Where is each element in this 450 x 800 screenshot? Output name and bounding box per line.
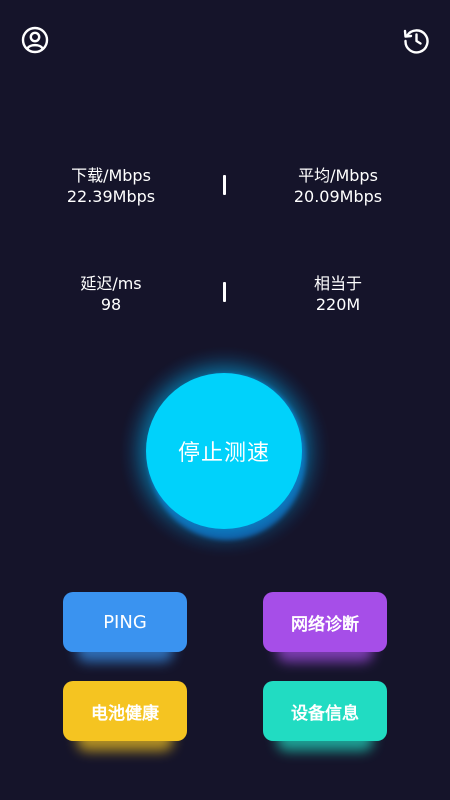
battery-health-button[interactable]: 电池健康 [63,681,187,751]
average-stat: 平均/Mbps 20.09Mbps [273,165,403,207]
average-value: 20.09Mbps [293,187,383,206]
stat-divider [223,175,226,195]
battery-button-label: 电池健康 [63,681,187,741]
ping-button[interactable]: PING [63,592,187,662]
latency-label: 延迟/ms [80,274,142,293]
equivalent-stat: 相当于 220M [273,273,403,315]
user-circle-icon [21,26,49,54]
stat-divider [223,282,226,302]
latency-value: 98 [100,295,122,314]
history-clock-icon [402,26,430,54]
network-button-label: 网络诊断 [263,592,387,652]
profile-button[interactable] [21,26,49,54]
device-info-button[interactable]: 设备信息 [263,681,387,751]
average-label: 平均/Mbps [298,166,378,185]
equivalent-value: 220M [315,295,361,314]
latency-stat: 延迟/ms 98 [46,273,176,315]
network-diagnosis-button[interactable]: 网络诊断 [263,592,387,662]
device-button-label: 设备信息 [263,681,387,741]
equivalent-label: 相当于 [313,274,362,293]
download-value: 22.39Mbps [66,187,156,206]
speed-test-screen: 下载/Mbps 22.39Mbps 平均/Mbps 20.09Mbps 延迟/m… [0,0,450,800]
stop-test-button[interactable]: 停止测速 [146,373,302,529]
download-stat: 下载/Mbps 22.39Mbps [46,165,176,207]
history-button[interactable] [402,26,430,54]
download-label: 下载/Mbps [71,166,151,185]
ping-button-label: PING [63,592,187,652]
